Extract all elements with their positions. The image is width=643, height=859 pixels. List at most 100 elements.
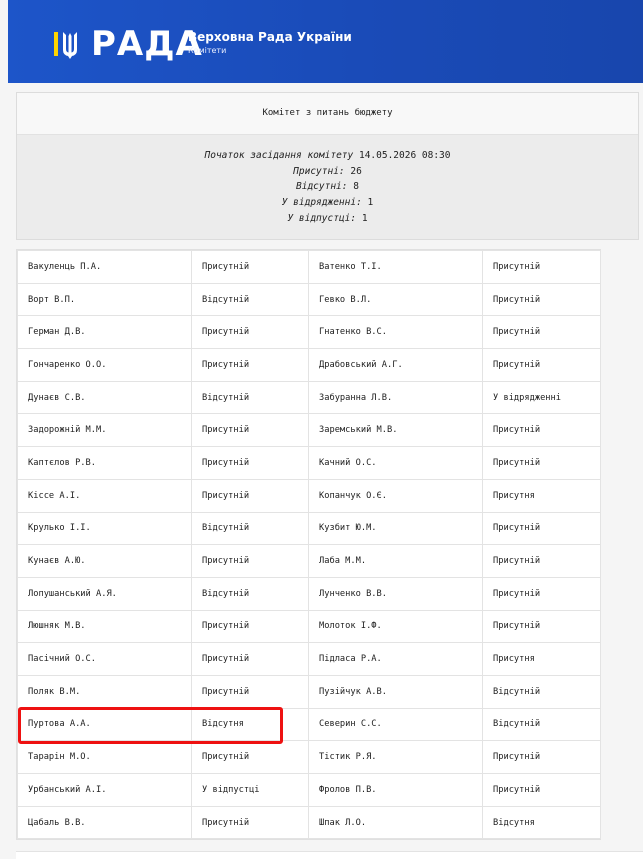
present-count: Присутні: 26 [17,164,638,180]
attendance-rows: Вакуленць П.А. Присутній Ватенко Т.І. Прису… [17,250,601,840]
table-row: Люшняк М.В. Присутній Молоток І.Ф. Присутні… [17,609,601,644]
attendance-table: Вакуленць П.А. Присутній Ватенко Т.І. Прису… [16,249,601,841]
session-start-value: 14.05.2026 08:30 [358,150,451,161]
trident-icon[interactable] [54,30,86,60]
member-status: У відрядженні [482,380,601,415]
vacation-value: 1 [361,212,368,224]
member-name: Ворт В.П. [17,282,192,317]
table-row: Урбанський А.І. У відпустці Фролов П.В. При… [17,773,601,807]
org-name[interactable]: Верховна Рада України [188,30,352,44]
table-row: Ворт В.П. Відсутній Гевко В.Л. Присутній [17,282,601,317]
member-name: Лунченко В.В. [308,576,483,611]
table-row: Пуртова А.А. Відсутня Северин С.С. Відсутні… [17,707,601,742]
member-status: Відсутня [191,707,309,742]
member-name: Гончаренко О.О. [17,348,192,382]
site-logo[interactable]: РАДА [91,24,203,64]
member-status: Присутній [191,413,309,448]
member-name: Тарарін М.О. [17,740,192,774]
table-row: Тарарін М.О. Присутній Тістик Р.Я. Присутні… [17,740,601,774]
member-name: Ватенко Т.І. [308,250,483,284]
member-status: Відсутній [191,511,309,546]
session-panel: Комітет з питань бюджету Початок засідан… [16,92,639,240]
member-status: Присутній [482,740,601,774]
member-status: Відсутній [482,707,601,742]
member-name: Драбовський А.Г. [308,348,483,382]
trip-label: У відрядженні: [281,197,362,209]
table-row: Кунаєв А.Ю. Присутній Лаба М.М. Присутній [17,544,601,578]
member-status: Присутній [482,446,601,480]
org-subtitle[interactable]: Комітети [188,46,226,55]
member-name: Заремський М.В. [308,413,483,448]
member-status: У відпустці [191,773,309,807]
member-status: Присутній [191,315,309,350]
member-name: Пуртова А.А. [17,707,192,742]
member-status: Присутній [191,609,309,644]
table-row: Вакуленць П.А. Присутній Ватенко Т.І. Прису… [17,250,601,284]
table-row: Поляк В.М. Присутній Пузійчук А.В. Відсутні… [17,674,601,709]
member-name: Поляк В.М. [17,674,192,709]
table-row: Задорожній М.М. Присутній Заремський М.В. П… [17,413,601,448]
absent-value: 8 [353,181,359,193]
member-name: Люшняк М.В. [17,609,192,644]
committee-title: Комітет з питань бюджету [17,93,638,135]
member-status: Присутній [482,282,601,317]
table-row: Герман Д.В. Присутній Гнатенко В.С. Присутн… [17,315,601,350]
member-name: Каптєлов Р.В. [17,446,192,480]
absent-label: Відсутні: [296,181,348,193]
member-name: Кунаєв А.Ю. [17,544,192,578]
member-name: Забуранна Л.В. [308,380,483,415]
member-name: Тістик Р.Я. [308,740,483,774]
business-trip-count: У відрядженні: 1 [17,195,638,211]
session-start: Початок засідання комітету 14.05.2026 08… [17,148,638,164]
member-name: Кіссе А.І. [17,478,192,513]
member-status: Присутній [482,576,601,611]
member-status: Присутній [191,674,309,709]
site-header: РАДА Верховна Рада України Комітети [8,0,643,83]
member-name: Качний О.С. [308,446,483,480]
member-name: Шпак Л.О. [308,805,483,840]
member-name: Пузійчук А.В. [308,674,483,709]
table-row: Пасічний О.С. Присутній Підласа Р.А. Присут… [17,642,601,676]
vacation-count: У відпустці: 1 [17,211,638,227]
member-status: Присутній [482,315,601,350]
member-name: Урбанський А.І. [17,773,192,807]
member-name: Крулько І.І. [17,511,192,546]
session-start-label: Початок засідання комітету [204,150,354,161]
member-name: Підласа Р.А. [308,642,483,676]
member-status: Відсутній [191,282,309,317]
member-name: Дунаєв С.В. [17,380,192,415]
member-name: Молоток І.Ф. [308,609,483,644]
table-row: Крулько І.І. Відсутній Кузбит Ю.М. Присутні… [17,511,601,546]
table-row: Гончаренко О.О. Присутній Драбовський А.Г.… [17,348,601,382]
table-row: Дунаєв С.В. Відсутній Забуранна Л.В. У відр… [17,380,601,415]
member-status: Присутній [191,805,309,840]
session-summary: Початок засідання комітету 14.05.2026 08… [17,135,638,239]
absent-count: Відсутні: 8 [17,179,638,195]
member-status: Присутня [482,642,601,676]
member-name: Герман Д.В. [17,315,192,350]
member-name: Гевко В.Л. [308,282,483,317]
member-status: Присутній [191,446,309,480]
member-status: Присутній [191,348,309,382]
member-name: Лопушанський А.Я. [17,576,192,611]
member-status: Відсутній [482,674,601,709]
member-status: Присутній [482,348,601,382]
member-status: Присутня [482,478,601,513]
member-name: Гнатенко В.С. [308,315,483,350]
member-name: Фролов П.В. [308,773,483,807]
present-label: Присутні: [293,165,345,177]
member-name: Кузбит Ю.М. [308,511,483,546]
member-status: Присутній [482,609,601,644]
member-status: Присутній [191,740,309,774]
present-value: 26 [350,165,362,177]
table-row: Кіссе А.І. Присутній Копанчук О.Є. Присутня [17,478,601,513]
member-status: Присутній [482,511,601,546]
member-name: Пасічний О.С. [17,642,192,676]
member-name: Северин С.С. [308,707,483,742]
member-status: Відсутня [482,805,601,840]
table-row: Цабаль В.В. Присутній Шпак Л.О. Відсутня [17,805,601,840]
vacation-label: У відпустці: [287,212,357,224]
member-status: Присутній [482,413,601,448]
table-row: Лопушанський А.Я. Відсутній Лунченко В.В. П… [17,576,601,611]
member-status: Присутній [482,250,601,284]
